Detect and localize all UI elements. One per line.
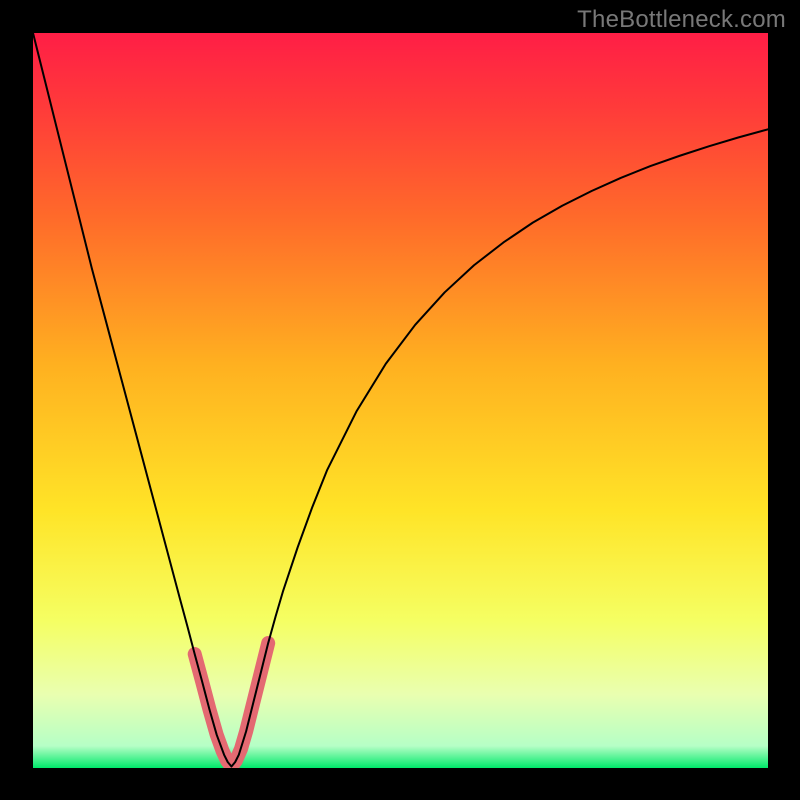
chart-frame: TheBottleneck.com — [0, 0, 800, 800]
gradient-background — [33, 33, 768, 768]
watermark-text: TheBottleneck.com — [577, 6, 786, 34]
bottleneck-curve-plot — [0, 0, 800, 800]
